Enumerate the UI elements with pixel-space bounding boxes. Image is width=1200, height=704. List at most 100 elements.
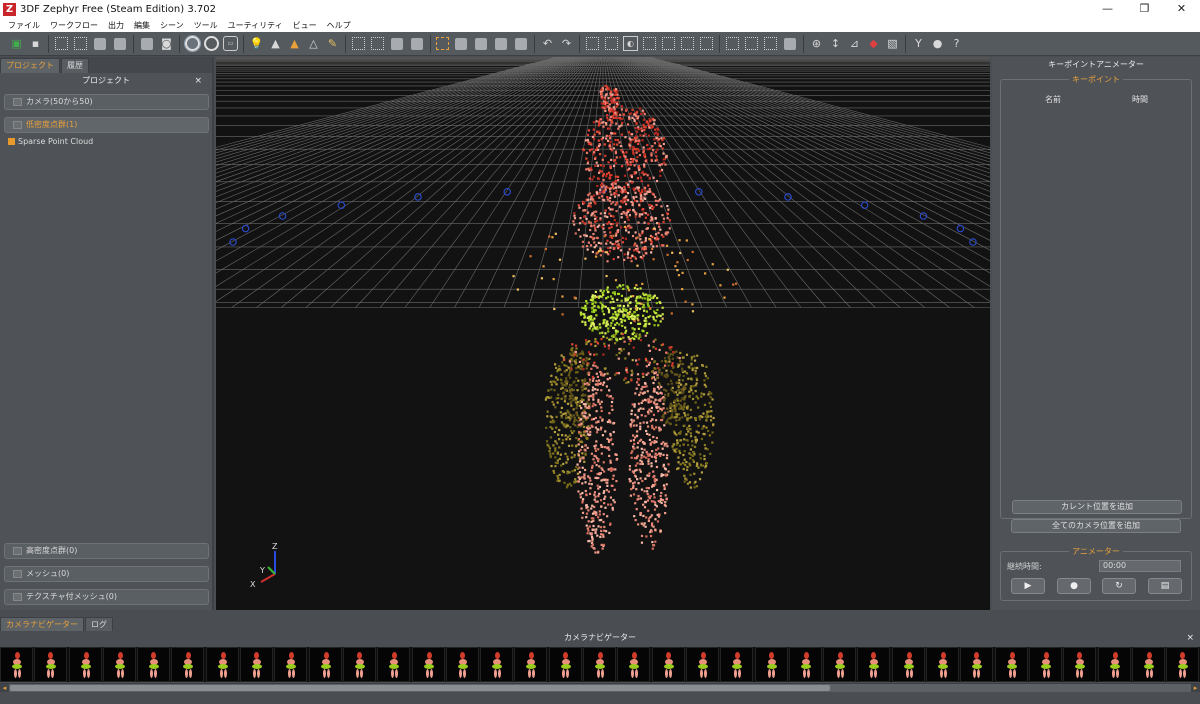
rotate-icon[interactable]: [204, 36, 219, 51]
hide-icon[interactable]: [784, 37, 796, 50]
colored-points-icon[interactable]: ▲: [287, 36, 302, 51]
camera-thumbnail[interactable]: [583, 647, 617, 682]
points-icon[interactable]: ▲: [268, 36, 283, 51]
delete-selection-icon[interactable]: [745, 37, 758, 50]
column-name-header[interactable]: 名前: [1045, 94, 1061, 105]
ortho-view-icon[interactable]: ▭: [223, 36, 238, 51]
mesh-button[interactable]: メッシュ(0): [4, 566, 209, 582]
sparse-cloud-button[interactable]: 低密度点群(1): [4, 117, 209, 133]
textured-mesh-button[interactable]: テクスチャ付メッシュ(0): [4, 589, 209, 605]
undo-icon[interactable]: ↶: [540, 36, 555, 51]
camera-thumbnail[interactable]: [480, 647, 514, 682]
camera-thumbnail[interactable]: [1097, 647, 1131, 682]
menu-scene[interactable]: シーン: [155, 20, 189, 31]
add-current-position-button[interactable]: カレント位置を追加: [1012, 500, 1182, 514]
camera-thumbnail[interactable]: [720, 647, 754, 682]
play-button[interactable]: ▶: [1011, 578, 1045, 594]
close-button[interactable]: ✕: [1163, 0, 1200, 19]
select-add-icon[interactable]: [586, 37, 599, 50]
camera-thumbnail[interactable]: [926, 647, 960, 682]
camera-thumbnail[interactable]: [68, 647, 102, 682]
duration-input[interactable]: 00:00: [1099, 560, 1181, 572]
camera-thumbnail[interactable]: [102, 647, 136, 682]
scroll-right-icon[interactable]: ▸: [1191, 684, 1200, 692]
camera-thumbnail[interactable]: [823, 647, 857, 682]
camera-thumbnail[interactable]: [617, 647, 651, 682]
invert-selection-icon[interactable]: ◐: [623, 36, 638, 51]
plane-3-icon[interactable]: [495, 37, 507, 50]
select-rect-icon[interactable]: [55, 37, 68, 50]
crop-icon[interactable]: [726, 37, 739, 50]
deselect-icon[interactable]: [662, 37, 675, 50]
save-icon[interactable]: ▪: [28, 36, 43, 51]
menu-export[interactable]: 出力: [103, 20, 129, 31]
tab-log[interactable]: ログ: [85, 617, 113, 631]
select-visible-icon[interactable]: [681, 37, 694, 50]
dense-cloud-button[interactable]: 高密度点群(0): [4, 543, 209, 559]
camera-thumbnail[interactable]: [994, 647, 1028, 682]
tab-camera-navigator[interactable]: カメラナビゲーター: [0, 617, 84, 631]
textured-box-icon[interactable]: [411, 37, 423, 50]
filter-icon[interactable]: [764, 37, 777, 50]
wireframe-icon[interactable]: △: [306, 36, 321, 51]
cube-solid-icon[interactable]: [114, 37, 126, 50]
camera-thumbnail[interactable]: [754, 647, 788, 682]
camera-icon[interactable]: ◙: [159, 36, 174, 51]
camera-thumbnail[interactable]: [960, 647, 994, 682]
restore-button[interactable]: ❐: [1126, 0, 1163, 19]
light-bulb-icon[interactable]: 💡: [249, 36, 264, 51]
camera-thumbnail[interactable]: [857, 647, 891, 682]
camera-thumbnail[interactable]: [1131, 647, 1165, 682]
select-remove-icon[interactable]: [605, 37, 618, 50]
plane-2-icon[interactable]: [475, 37, 487, 50]
menu-tools[interactable]: ツール: [189, 20, 223, 31]
camera-thumbnail[interactable]: [1166, 647, 1200, 682]
minimize-button[interactable]: —: [1089, 0, 1126, 19]
gizmo-icon[interactable]: ⊛: [809, 36, 824, 51]
scrollbar-thumb[interactable]: [10, 685, 830, 691]
measure-icon[interactable]: ↕: [828, 36, 843, 51]
camera-thumbnail[interactable]: [1028, 647, 1062, 682]
add-all-camera-positions-button[interactable]: 全てのカメラ位置を追加: [1011, 519, 1181, 533]
brush-icon[interactable]: ✎: [325, 36, 340, 51]
mask-icon[interactable]: ●: [930, 36, 945, 51]
select-grow-icon[interactable]: [700, 37, 713, 50]
navigator-close-icon[interactable]: ×: [1186, 631, 1194, 645]
camera-thumbnail[interactable]: [0, 647, 33, 682]
help-icon[interactable]: ?: [949, 36, 964, 51]
camera-thumbnail[interactable]: [548, 647, 582, 682]
camera-thumbnail[interactable]: [308, 647, 342, 682]
menu-utilities[interactable]: ユーティリティ: [223, 20, 288, 31]
camera-thumbnail[interactable]: [342, 647, 376, 682]
camera-thumbnail[interactable]: [445, 647, 479, 682]
cameras-button[interactable]: カメラ(50から50): [4, 94, 209, 110]
menu-edit[interactable]: 編集: [129, 20, 155, 31]
cube-icon[interactable]: [94, 37, 106, 50]
scroll-left-icon[interactable]: ◂: [0, 684, 9, 692]
camera-thumbnail[interactable]: [685, 647, 719, 682]
texture-icon[interactable]: ▧: [885, 36, 900, 51]
visibility-checkbox[interactable]: [8, 138, 15, 145]
camera-thumbnail[interactable]: [171, 647, 205, 682]
tool-y-icon[interactable]: Y: [911, 36, 926, 51]
redo-icon[interactable]: ↷: [559, 36, 574, 51]
select-lasso-icon[interactable]: [74, 37, 87, 50]
save-animation-button[interactable]: ▤: [1148, 578, 1182, 594]
plane-icon[interactable]: [455, 37, 467, 50]
camera-thumbnail[interactable]: [137, 647, 171, 682]
camera-thumbnail[interactable]: [274, 647, 308, 682]
menu-help[interactable]: ヘルプ: [322, 20, 356, 31]
menu-view[interactable]: ビュー: [288, 20, 322, 31]
tab-history[interactable]: 履歴: [61, 58, 89, 73]
menu-workflow[interactable]: ワークフロー: [45, 20, 103, 31]
record-button[interactable]: ●: [1057, 578, 1091, 594]
camera-thumbnail[interactable]: [240, 647, 274, 682]
bounding-box-icon[interactable]: [436, 37, 449, 50]
loop-button[interactable]: ↻: [1102, 578, 1136, 594]
color-picker-icon[interactable]: ◆: [866, 36, 881, 51]
camera-thumbnail[interactable]: [377, 647, 411, 682]
camera-thumbnail[interactable]: [205, 647, 239, 682]
camera-thumbnail[interactable]: [1063, 647, 1097, 682]
camera-thumbnail[interactable]: [788, 647, 822, 682]
mesh-icon[interactable]: [141, 37, 153, 50]
